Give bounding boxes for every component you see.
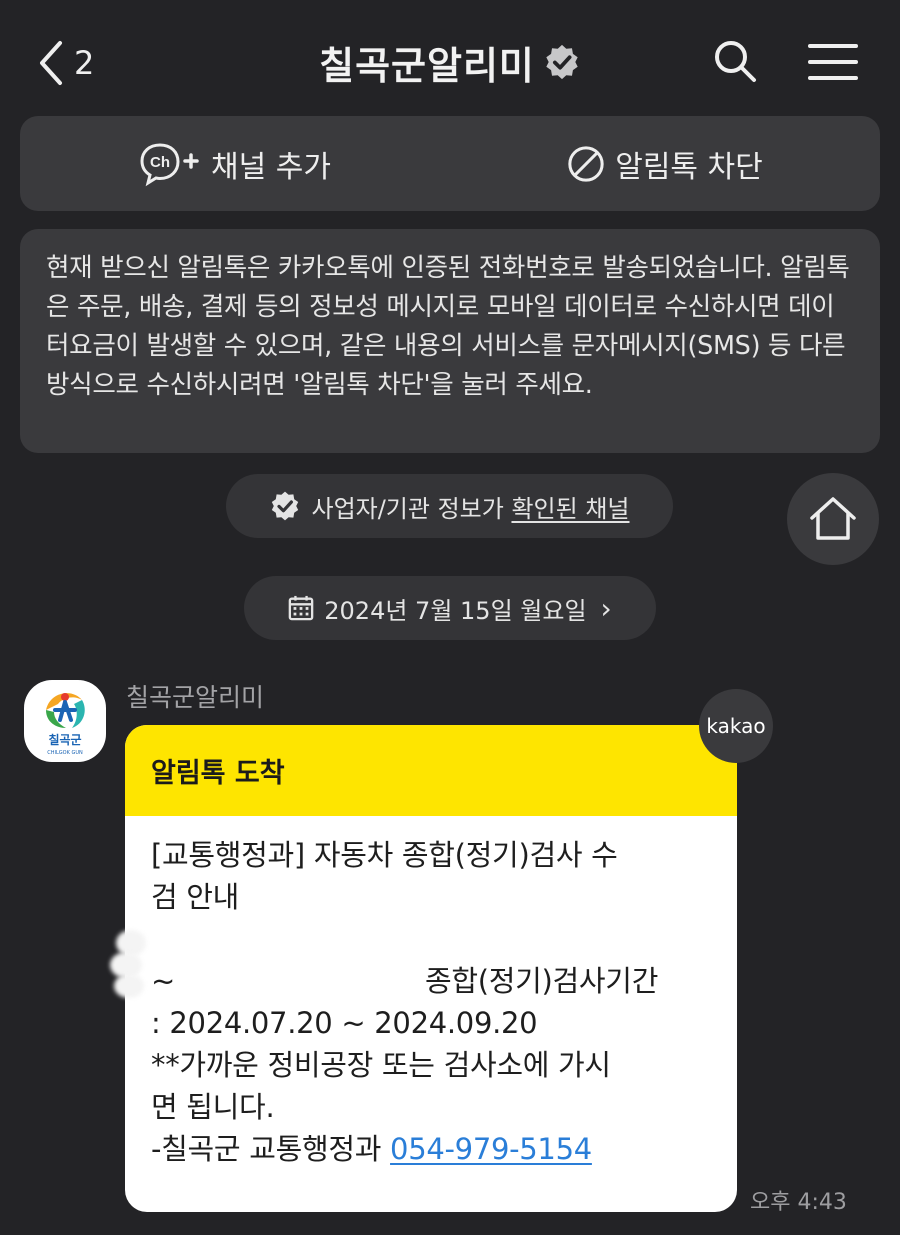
search-button[interactable] <box>712 38 758 84</box>
period-label-row: ~ 종합(정기)검사기간 <box>151 960 711 1002</box>
block-label: 알림톡 차단 <box>615 149 763 185</box>
search-icon <box>715 41 756 82</box>
avatar[interactable]: 칠곡군 CHILGOK GUN <box>24 680 106 762</box>
period-label: 종합(정기)검사기간 <box>425 964 659 998</box>
date-divider[interactable]: 2024년 7월 15일 월요일 › <box>244 576 656 640</box>
chilgok-logo-icon: 칠곡군 CHILGOK GUN <box>45 688 85 756</box>
menu-button[interactable] <box>808 42 858 82</box>
channel-title: 칠곡군알리미 <box>319 43 535 88</box>
verified-text: 사업자/기관 정보가 확인된 채널 <box>311 494 630 523</box>
block-icon <box>568 145 604 182</box>
period-value: : 2024.07.20 ~ 2024.09.20 <box>151 1006 538 1040</box>
avatar-subtext: CHILGOK GUN <box>47 750 83 756</box>
chat-header: 2 칠곡군알리미 <box>0 0 900 115</box>
svg-text:Ch: Ch <box>150 154 170 171</box>
alimtalk-notice: 현재 받으신 알림톡은 카카오톡에 인증된 전화번호로 발송되었습니다. 알림톡… <box>20 229 880 453</box>
channel-add-icon: Ch <box>140 142 199 186</box>
hamburger-menu-icon <box>808 44 858 80</box>
bubble-header: 알림톡 도착 <box>125 725 737 816</box>
phone-link[interactable]: 054-979-5154 <box>390 1132 592 1166</box>
note-line-2: 면 됩니다. <box>151 1090 275 1124</box>
date-label: 2024년 7월 15일 월요일 <box>324 596 587 625</box>
signature-line: -칠곡군 교통행정과 054-979-5154 <box>151 1132 592 1166</box>
title-group: 칠곡군알리미 <box>0 36 900 88</box>
channel-action-bar: Ch 채널 추가 알림톡 차단 <box>20 116 880 211</box>
chevron-right-icon: › <box>600 591 612 625</box>
block-alimtalk-button[interactable]: 알림톡 차단 <box>450 116 880 211</box>
message-bubble[interactable]: 알림톡 도착 [교통행정과] 자동차 종합(정기)검사 수 검 안내 ~ 종합(… <box>125 725 737 1212</box>
home-button[interactable] <box>787 473 879 565</box>
redaction-blob <box>114 974 144 998</box>
message-title-line-2: 검 안내 <box>151 880 240 914</box>
verified-check-icon <box>272 491 299 521</box>
bubble-body: [교통행정과] 자동차 종합(정기)검사 수 검 안내 ~ 종합(정기)검사기간… <box>125 816 737 1170</box>
message-title-line-1: [교통행정과] 자동차 종합(정기)검사 수 <box>151 838 618 872</box>
tilde-text: ~ <box>151 964 175 998</box>
message-time: 오후 4:43 <box>750 1190 847 1215</box>
add-channel-label: 채널 추가 <box>211 149 331 185</box>
kakao-badge: kakao <box>699 689 773 763</box>
home-icon <box>810 497 856 540</box>
sender-name: 칠곡군알리미 <box>126 683 265 712</box>
note-line-1: **가까운 정비공장 또는 검사소에 가시 <box>151 1048 611 1082</box>
verified-badge-icon <box>543 43 581 81</box>
verified-channel-link[interactable]: 확인된 채널 <box>511 495 629 523</box>
add-channel-button[interactable]: Ch 채널 추가 <box>20 116 450 211</box>
verified-channel-info[interactable]: 사업자/기관 정보가 확인된 채널 <box>226 474 673 538</box>
avatar-text: 칠곡군 <box>48 732 81 747</box>
calendar-icon <box>288 595 314 621</box>
